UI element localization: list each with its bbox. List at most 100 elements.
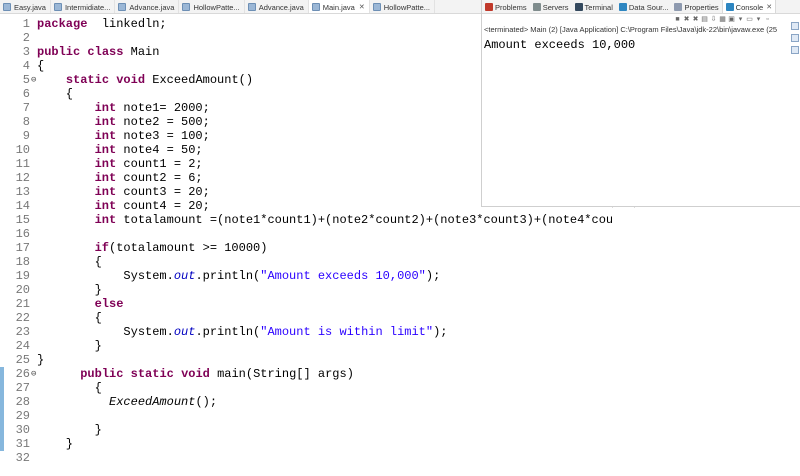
java-file-icon (3, 3, 11, 11)
close-icon[interactable]: ✕ (359, 3, 365, 11)
editor-tab-1[interactable]: Intermidiate... (51, 0, 116, 13)
toolbar-icon[interactable]: ▫ (764, 16, 771, 23)
code-token: Main (123, 45, 160, 59)
code-line: 30 } (0, 423, 612, 437)
code-line: 26 ⊖ public static void main(String[] arg… (0, 367, 612, 381)
task-list-icon[interactable] (790, 46, 799, 54)
code-text: static void ExceedAmount() (37, 73, 253, 87)
code-line: 29 (0, 409, 612, 423)
editor-tab-4[interactable]: Advance.java (245, 0, 309, 13)
editor-tab-6[interactable]: HollowPatte... (370, 0, 436, 13)
code-token: (totalamount >= 10000) (109, 241, 268, 255)
line-number: 4 (22, 59, 30, 73)
display-console-icon[interactable]: ▣ (728, 16, 735, 23)
code-line: 19 System.out.println("Amount exceeds 10… (0, 269, 612, 283)
editor-tab-2[interactable]: Advance.java (115, 0, 180, 13)
code-line: 25} (0, 353, 612, 367)
editor-tab-bar: Easy.java Intermidiate... Advance.java Holl… (0, 0, 481, 14)
console-output[interactable]: Amount exceeds 10,000 (484, 38, 635, 52)
clear-icon[interactable]: ✖ (692, 16, 699, 23)
code-token: ExceedAmount (109, 395, 196, 409)
close-icon[interactable]: ✕ (766, 3, 772, 11)
code-line: 18 { (0, 255, 612, 269)
line-number: 22 (15, 311, 30, 325)
code-token: ); (433, 325, 448, 339)
code-line: 22 { (0, 311, 612, 325)
code-token: out (173, 269, 196, 283)
console-tab-3[interactable]: Data Sour... (616, 0, 672, 13)
line-number: 23 (15, 325, 30, 339)
outline-view-icon[interactable] (790, 34, 799, 42)
code-token: ); (425, 269, 441, 283)
console-status: <terminated> Main (2) [Java Application]… (484, 25, 778, 34)
console-tab-label: Problems (495, 2, 527, 12)
restore-view-icon[interactable] (790, 22, 799, 30)
console-tab-label: Properties (684, 2, 719, 12)
code-token: static (130, 367, 174, 381)
maximize-icon[interactable]: ▾ (755, 16, 762, 23)
code-token: int (94, 129, 117, 143)
code-token: System. (37, 269, 174, 283)
console-tab-4[interactable]: Properties (671, 0, 721, 13)
java-file-icon (118, 3, 127, 11)
code-token: if (94, 241, 110, 255)
code-text: int note4 = 50; (37, 143, 203, 157)
editor-tab-0[interactable]: Easy.java (0, 0, 51, 13)
fold-toggle-icon[interactable]: ⊖ (31, 367, 36, 381)
new-console-icon[interactable]: ▾ (737, 16, 744, 23)
console-tab-label: Data Sour... (628, 2, 669, 12)
code-text: int note2 = 500; (37, 115, 210, 129)
view-icon (532, 3, 541, 11)
code-token: .println( (195, 325, 261, 339)
console-tab-2[interactable]: Terminal (572, 0, 616, 13)
code-line: 28 ExceedAmount(); (0, 395, 612, 409)
editor-tab-label: Intermidiate... (64, 2, 111, 12)
remove-icon[interactable]: ✖ (683, 16, 690, 23)
console-tab-1[interactable]: Servers (530, 0, 572, 13)
console-tab-label: Terminal (584, 2, 613, 12)
code-text: System.out.println("Amount exceeds 10,00… (37, 269, 440, 283)
console-tab-0[interactable]: Problems (482, 0, 530, 13)
view-icon (674, 3, 683, 11)
code-token: note4 = 50; (116, 143, 203, 157)
pin-icon[interactable]: ▦ (719, 16, 726, 23)
line-number: 20 (15, 283, 30, 297)
code-token: } (37, 283, 102, 297)
line-number: 25 (15, 353, 30, 367)
fold-toggle-icon[interactable]: ⊖ (31, 73, 36, 87)
code-token: { (37, 59, 45, 73)
code-text: int count3 = 20; (37, 185, 210, 199)
stop-icon[interactable]: ■ (674, 16, 681, 23)
code-text: int count4 = 20; (37, 199, 210, 213)
word-wrap-icon[interactable]: ⇩ (710, 16, 717, 23)
console-panel: Problems Servers Terminal Data Sour... Prope… (481, 0, 800, 207)
console-tab-5[interactable]: Console ✕ (721, 0, 777, 13)
code-token: System. (37, 325, 174, 339)
editor-tab-label: HollowPatte... (383, 2, 431, 12)
change-marker (0, 367, 4, 451)
code-text: int note3 = 100; (37, 129, 210, 143)
console-toolbar: ■ ✖ ✖ ▤ ⇩ ▦ ▣ ▾ ▭ ▾ ▫ (482, 14, 800, 25)
line-number: 27 (15, 381, 30, 395)
code-token: } (37, 437, 74, 451)
code-text: { (37, 87, 73, 101)
java-file-icon (247, 3, 256, 11)
code-token: int (94, 213, 117, 227)
scroll-lock-icon[interactable]: ▤ (701, 16, 708, 23)
code-text: ExceedAmount(); (37, 395, 217, 409)
editor-tab-3[interactable]: HollowPatte... (179, 0, 245, 13)
code-token: (); (195, 395, 218, 409)
code-line: 27 { (0, 381, 612, 395)
java-file-icon (53, 3, 62, 11)
code-token: { (37, 381, 102, 395)
editor-tab-5[interactable]: Main.java ✕ (308, 0, 370, 13)
minimize-icon[interactable]: ▭ (746, 16, 753, 23)
